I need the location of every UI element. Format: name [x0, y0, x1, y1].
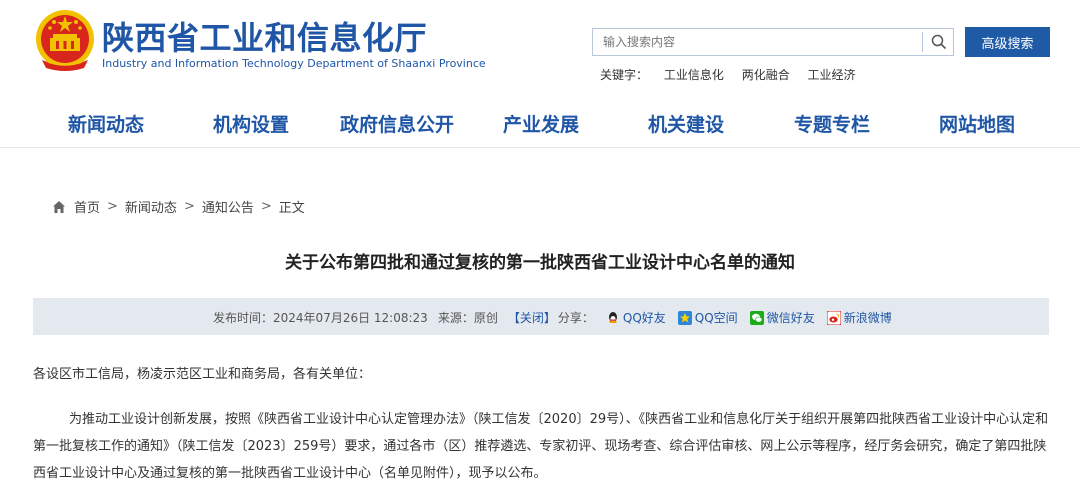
wechat-icon [749, 310, 764, 325]
source-value: 原创 [473, 311, 498, 325]
nav-item-gov-info[interactable]: 政府信息公开 [340, 110, 454, 137]
keyword-link[interactable]: 工业信息化 [664, 68, 724, 82]
publish-time: 2024年07月26日 12:08:23 [273, 311, 428, 325]
breadcrumb-home[interactable]: 首页 [74, 197, 100, 216]
search-box [592, 28, 954, 56]
close-link[interactable]: 【关闭】 [508, 309, 556, 326]
breadcrumb-separator: > [183, 199, 195, 214]
search-button[interactable] [924, 29, 954, 55]
home-icon [53, 200, 65, 213]
nav-item-industry[interactable]: 产业发展 [503, 110, 579, 137]
share-label-text: 微信好友 [766, 311, 815, 325]
breadcrumb: 首页 > 新闻动态 > 通知公告 > 正文 [52, 197, 305, 216]
share-wechat[interactable]: 微信好友 [749, 309, 815, 326]
article-salutation: 各设区市工信局，杨凌示范区工业和商务局，各有关单位： [33, 367, 372, 382]
article-paragraph: 为推动工业设计创新发展，按照《陕西省工业设计中心认定管理办法》（陕工信发〔202… [33, 412, 1049, 481]
site-title: 陕西省工业和信息化厅 [102, 19, 428, 57]
weibo-icon [826, 310, 841, 325]
breadcrumb-news[interactable]: 新闻动态 [125, 197, 177, 216]
article-title: 关于公布第四批和通过复核的第一批陕西省工业设计中心名单的通知 [285, 253, 795, 273]
search-icon [931, 34, 947, 50]
breadcrumb-separator: > [107, 199, 118, 214]
page: 陕西省工业和信息化厅 Industry and Information Tech… [0, 0, 1080, 501]
breadcrumb-notices[interactable]: 通知公告 [202, 197, 254, 216]
search-input[interactable] [593, 29, 921, 55]
share-label-text: 新浪微博 [843, 311, 892, 325]
article-meta-bar: 发布时间： 2024年07月26日 12:08:23 来源： 原创 【关闭】 分… [33, 298, 1049, 335]
article-meta: 发布时间： 2024年07月26日 12:08:23 来源： 原创 【关闭】 分… [213, 309, 892, 326]
source-label: 来源： [437, 311, 474, 325]
share-qq-friend[interactable]: QQ好友 [606, 309, 666, 326]
main-nav: 新闻动态 机构设置 政府信息公开 产业发展 机关建设 专题专栏 网站地图 [0, 96, 1080, 148]
advanced-search-button[interactable]: 高级搜索 [965, 27, 1050, 57]
search-keywords: 关键字： 工业信息化 两化融合 工业经济 [600, 66, 870, 83]
qq-icon [608, 311, 617, 323]
keyword-link[interactable]: 两化融合 [742, 68, 790, 82]
nav-item-sitemap[interactable]: 网站地图 [939, 110, 1015, 137]
share-qzone[interactable]: QQ空间 [677, 309, 738, 326]
national-emblem-icon [36, 10, 94, 71]
nav-item-organization[interactable]: 机构设置 [213, 110, 289, 137]
site-subtitle: Industry and Information Technology Depa… [102, 57, 486, 70]
breadcrumb-current: 正文 [278, 201, 305, 216]
site-header: 陕西省工业和信息化厅 Industry and Information Tech… [0, 0, 1080, 96]
qzone-star-icon [677, 310, 692, 325]
publish-label: 发布时间： [213, 311, 274, 325]
nav-item-news[interactable]: 新闻动态 [68, 110, 144, 137]
breadcrumb-separator: > [260, 199, 272, 214]
share-label-text: QQ好友 [622, 311, 666, 325]
share-label-text: QQ空间 [694, 311, 738, 325]
keyword-link[interactable]: 工业经济 [808, 68, 856, 82]
share-weibo[interactable]: 新浪微博 [826, 309, 892, 326]
nav-item-special-topics[interactable]: 专题专栏 [794, 110, 870, 137]
keywords-label: 关键字： [600, 68, 649, 82]
share-label: 分享： [557, 311, 594, 325]
nav-item-party-building[interactable]: 机关建设 [648, 110, 724, 137]
search-divider [922, 32, 923, 52]
